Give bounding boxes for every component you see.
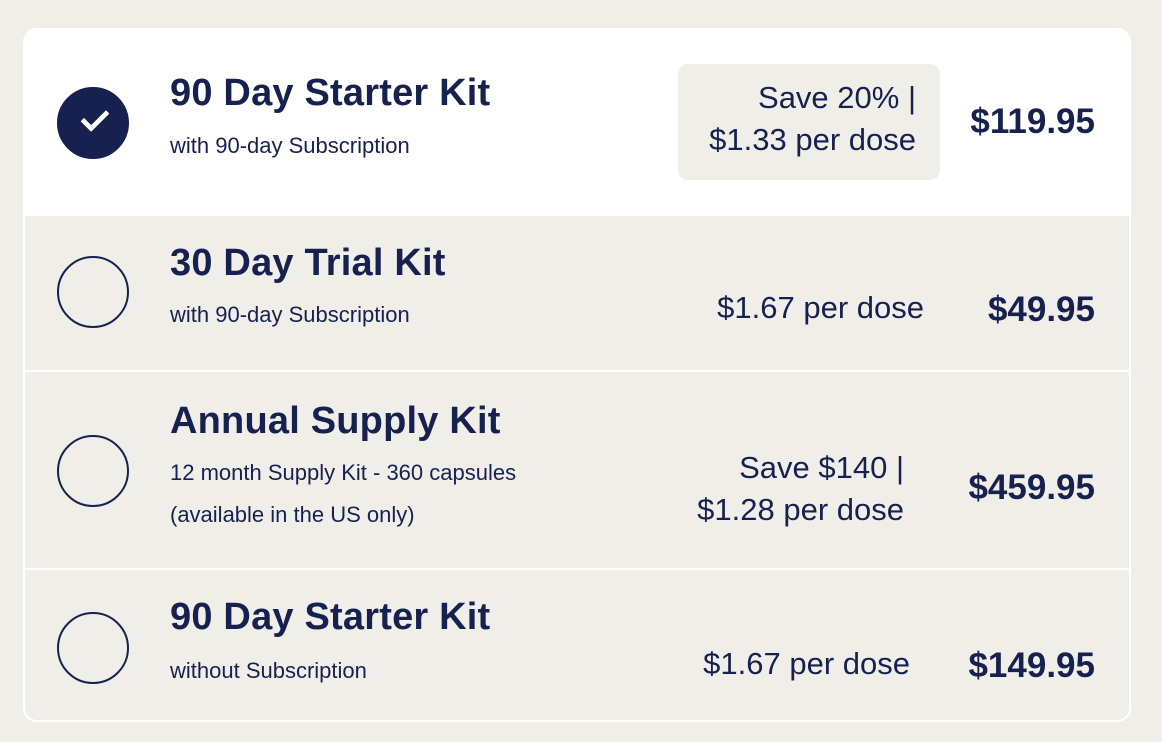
plan-subtitle: 12 month Supply Kit - 360 capsules bbox=[170, 460, 517, 485]
savings-text: Save $140 | bbox=[739, 450, 904, 485]
plan-option-30-day-trial[interactable]: 30 Day Trial Kit with 90-day Subscriptio… bbox=[25, 214, 1129, 370]
radio-unselected[interactable] bbox=[57, 256, 129, 328]
plan-price: $49.95 bbox=[987, 290, 1095, 329]
plan-title: Annual Supply Kit bbox=[170, 400, 501, 442]
plan-subtitle: with 90-day Subscription bbox=[170, 133, 410, 158]
plan-title: 30 Day Trial Kit bbox=[170, 242, 446, 284]
per-dose-text: $1.28 per dose bbox=[697, 492, 904, 527]
savings-badge: Save 20% | $1.33 per dose bbox=[678, 64, 940, 180]
radio-selected[interactable] bbox=[57, 87, 129, 159]
plan-price: $119.95 bbox=[970, 102, 1095, 141]
per-dose-text: $1.33 per dose bbox=[709, 122, 916, 157]
per-dose-text: $1.67 per dose bbox=[703, 646, 910, 681]
plan-price: $459.95 bbox=[968, 468, 1095, 507]
checkmark-icon bbox=[80, 103, 110, 132]
availability-note: (available in the US only) bbox=[170, 502, 415, 527]
plan-title: 90 Day Starter Kit bbox=[170, 596, 491, 638]
plan-subtitle: without Subscription bbox=[170, 658, 367, 683]
plan-price: $149.95 bbox=[968, 646, 1095, 685]
plan-option-annual-supply[interactable]: Annual Supply Kit 12 month Supply Kit - … bbox=[25, 370, 1129, 568]
plan-option-90-day-starter-no-subscription[interactable]: 90 Day Starter Kit without Subscription … bbox=[25, 568, 1129, 720]
plan-title: 90 Day Starter Kit bbox=[170, 72, 491, 114]
plan-option-90-day-starter-subscription[interactable]: 90 Day Starter Kit with 90-day Subscript… bbox=[25, 30, 1129, 214]
plan-selector: 90 Day Starter Kit with 90-day Subscript… bbox=[23, 28, 1131, 722]
radio-unselected[interactable] bbox=[57, 612, 129, 684]
per-dose-text: $1.67 per dose bbox=[717, 290, 924, 325]
radio-unselected[interactable] bbox=[57, 435, 129, 507]
plan-subtitle: with 90-day Subscription bbox=[170, 302, 410, 327]
savings-text: Save 20% | bbox=[758, 80, 916, 115]
